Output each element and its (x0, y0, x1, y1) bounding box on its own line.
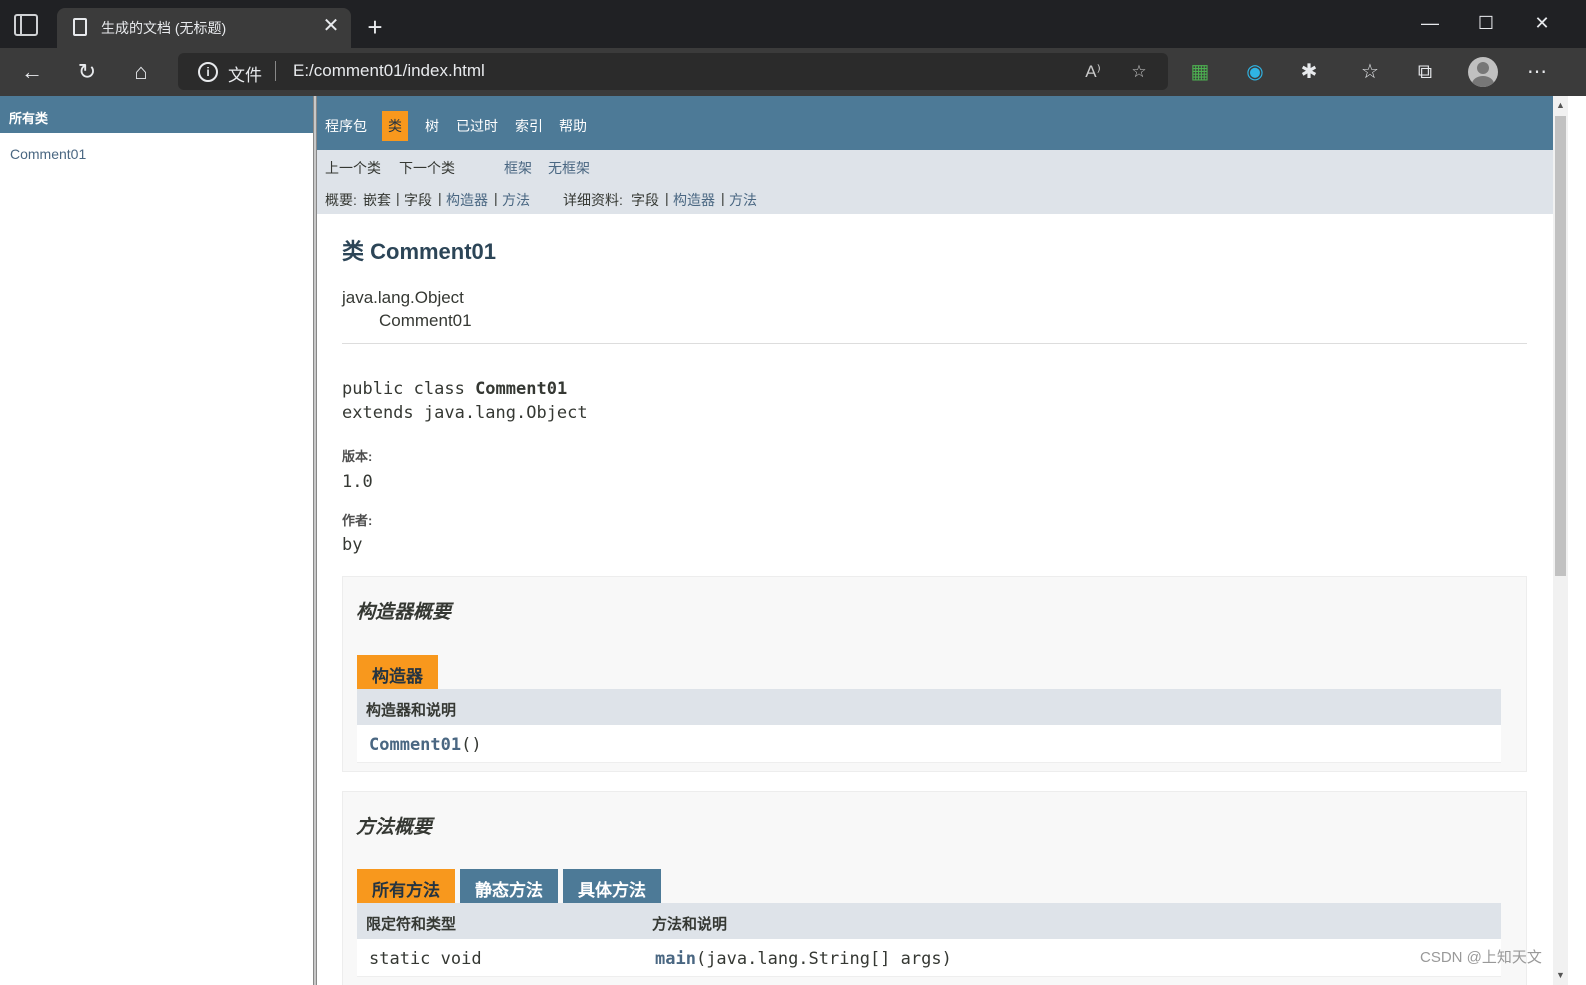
maximize-icon[interactable]: ☐ (1466, 8, 1506, 38)
scroll-up-icon[interactable]: ▲ (1553, 98, 1568, 113)
detail-method-link[interactable]: 方法 (729, 190, 757, 210)
table-row: Comment01() (357, 725, 1501, 763)
author-value: by (342, 535, 363, 555)
tab-concrete-methods[interactable]: 具体方法 (563, 869, 661, 903)
extensions-icon[interactable]: ✱ (1295, 58, 1323, 86)
edge-icon[interactable]: ◉ (1241, 58, 1269, 86)
read-aloud-icon[interactable]: A⁾ (1080, 59, 1106, 85)
scroll-down-icon[interactable]: ▼ (1553, 968, 1568, 983)
browser-tab[interactable]: 生成的文档 (无标题) ✕ (57, 8, 351, 48)
scroll-thumb[interactable] (1555, 116, 1566, 576)
method-header-cell: 方法和说明 (652, 916, 728, 933)
detail-label: 详细资料: (563, 192, 623, 208)
version-label: 版本: (342, 449, 373, 464)
constructor-link[interactable]: Comment01 (369, 735, 461, 755)
summary-constructor-link[interactable]: 构造器 (446, 190, 488, 210)
class-declaration: public class Comment01 (342, 379, 567, 399)
detail-constructor-link[interactable]: 构造器 (673, 190, 715, 210)
info-icon[interactable]: i (198, 62, 218, 82)
constructor-summary: 构造器概要 构造器 构造器和说明 Comment01() (342, 576, 1527, 772)
profile-avatar[interactable] (1468, 57, 1498, 87)
prev-class: 上一个类 (325, 160, 381, 176)
summary-label: 概要: (325, 192, 357, 208)
method-summary: 方法概要 所有方法 静态方法 具体方法 限定符和类型 方法和说明 static … (342, 791, 1527, 985)
separator: | (494, 190, 498, 206)
tab-all-methods[interactable]: 所有方法 (357, 869, 455, 903)
add-favorite-icon[interactable]: ☆ (1126, 59, 1152, 85)
favorites-icon[interactable]: ☆ (1356, 58, 1384, 86)
summary-field: 字段 (404, 192, 432, 208)
nav-deprecated[interactable]: 已过时 (450, 111, 504, 141)
method-signature: main(java.lang.String[] args) (655, 949, 952, 969)
frames-link[interactable]: 框架 (504, 158, 532, 178)
constructor-summary-title: 构造器概要 (356, 602, 452, 623)
document-icon (73, 18, 87, 36)
summary-nested: 嵌套 (363, 192, 391, 208)
author-label: 作者: (342, 513, 373, 528)
method-modifier: static void (369, 949, 482, 969)
tab-static-methods[interactable]: 静态方法 (460, 869, 558, 903)
divider (342, 343, 1527, 344)
scrollbar[interactable]: ▲ ▼ (1553, 96, 1568, 985)
constructor-table-header: 构造器和说明 (357, 689, 1501, 725)
method-summary-title: 方法概要 (356, 817, 433, 838)
tab-title: 生成的文档 (无标题) (101, 20, 227, 36)
version-value: 1.0 (342, 472, 373, 492)
method-table-header: 限定符和类型 方法和说明 (357, 903, 1501, 939)
close-window-icon[interactable]: ✕ (1522, 8, 1562, 38)
minimize-icon[interactable]: — (1410, 8, 1450, 38)
collections-icon[interactable]: ⧉ (1411, 58, 1439, 86)
top-navbar: 程序包 类 树 已过时 索引 帮助 (317, 96, 1553, 150)
address-url[interactable]: E:/comment01/index.html (293, 61, 485, 81)
separator: | (396, 190, 400, 206)
decl-name: Comment01 (475, 379, 568, 399)
class-title: 类 Comment01 (342, 239, 497, 264)
method-link-main[interactable]: main (655, 949, 696, 969)
refresh-icon[interactable]: ↻ (71, 56, 103, 88)
no-frames-link[interactable]: 无框架 (548, 158, 590, 178)
inheritance-child: Comment01 (379, 311, 472, 330)
table-row: static void main(java.lang.String[] args… (357, 939, 1501, 977)
close-tab-icon[interactable]: ✕ (319, 14, 343, 38)
more-icon[interactable]: ⋯ (1523, 58, 1551, 86)
browser-titlebar: 生成的文档 (无标题) ✕ + — ☐ ✕ (0, 0, 1586, 48)
class-link-comment01[interactable]: Comment01 (10, 146, 86, 162)
tab-actions-icon[interactable] (14, 14, 38, 36)
inheritance-parent: java.lang.Object (342, 288, 464, 307)
decl-prefix: public class (342, 379, 476, 399)
extension-grid-icon[interactable]: ▦ (1186, 58, 1214, 86)
all-classes-frame: 所有类 Comment01 (0, 96, 313, 985)
detail-field: 字段 (631, 192, 659, 208)
class-frame: 程序包 类 树 已过时 索引 帮助 上一个类 下一个类 框架 无框架 概要: 嵌… (317, 96, 1553, 985)
separator: | (438, 190, 442, 206)
constructor-params: () (461, 735, 482, 755)
method-params: (java.lang.String[] args) (695, 949, 952, 969)
new-tab-icon[interactable]: + (360, 12, 390, 42)
class-extends: extends java.lang.Object (342, 403, 588, 423)
watermark: CSDN @上知天文 (1420, 949, 1542, 966)
nav-tree[interactable]: 树 (419, 111, 445, 141)
nav-index[interactable]: 索引 (509, 111, 549, 141)
address-scheme-label: 文件 (228, 66, 262, 85)
separator: | (665, 190, 669, 206)
back-icon[interactable]: ← (16, 56, 48, 88)
separator: | (721, 190, 725, 206)
address-separator (275, 61, 276, 81)
sub-navbar: 上一个类 下一个类 框架 无框架 概要: 嵌套 | 字段 | 构造器 | 方法 … (317, 150, 1553, 214)
nav-help[interactable]: 帮助 (553, 111, 593, 141)
browser-toolbar: ← ↻ ⌂ i 文件 E:/comment01/index.html A⁾ ☆ … (0, 48, 1586, 96)
next-class: 下一个类 (399, 160, 455, 176)
nav-package[interactable]: 程序包 (319, 111, 373, 141)
constructor-caption-tab: 构造器 (357, 655, 438, 689)
constructor-signature: Comment01() (369, 735, 482, 755)
modifier-header-cell: 限定符和类型 (366, 916, 457, 933)
home-icon[interactable]: ⌂ (125, 56, 157, 88)
summary-method-link[interactable]: 方法 (502, 190, 530, 210)
address-bar[interactable]: i 文件 E:/comment01/index.html A⁾ ☆ (178, 53, 1168, 90)
all-classes-header: 所有类 (0, 96, 313, 133)
nav-class: 类 (382, 111, 408, 141)
constructor-header-cell: 构造器和说明 (366, 702, 457, 719)
